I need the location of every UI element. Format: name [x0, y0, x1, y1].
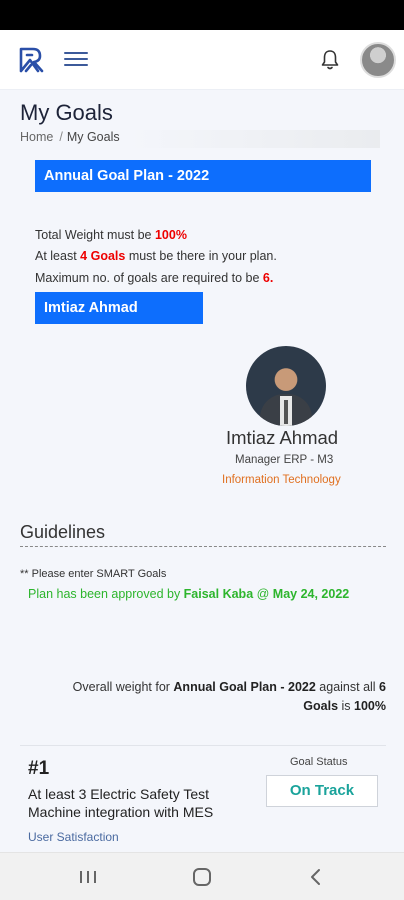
app-header: [0, 30, 404, 90]
profile-photo: [246, 346, 326, 426]
breadcrumb-separator: /: [59, 130, 63, 144]
recent-apps-icon[interactable]: [68, 863, 108, 891]
bell-icon[interactable]: [318, 48, 342, 72]
goal-card[interactable]: #1 At least 3 Electric Safety Test Machi…: [20, 745, 386, 852]
approval-date: May 24, 2022: [272, 587, 350, 601]
breadcrumb-current: My Goals: [66, 130, 120, 144]
back-icon[interactable]: [296, 863, 336, 891]
breadcrumb-home[interactable]: Home: [20, 130, 53, 144]
rule-max-goals-value: 6.: [262, 271, 274, 285]
profile-department: Information Technology: [222, 474, 341, 486]
plan-banner: Annual Goal Plan - 2022: [35, 160, 371, 192]
guidelines-title: Guidelines: [20, 522, 106, 542]
rule-max-goals: Maximum no. of goals are required to be …: [35, 271, 274, 285]
hamburger-menu-icon[interactable]: [64, 48, 88, 70]
profile-role: Manager ERP - M3: [235, 454, 334, 466]
profile-name: Imtiaz Ahmad: [226, 427, 339, 448]
home-icon[interactable]: [182, 863, 222, 891]
page-title: My Goals: [20, 100, 113, 125]
goal-text: At least 3 Electric Safety Test Machine …: [28, 786, 214, 820]
goal-status-button[interactable]: On Track: [266, 775, 378, 807]
guidelines-divider: [20, 546, 386, 547]
overall-weight-summary: Overall weight for Annual Goal Plan - 20…: [72, 680, 386, 713]
rule-min-goals-value: 4 Goals: [80, 249, 126, 263]
goal-number: #1: [28, 758, 50, 779]
guideline-note: ** Please enter SMART Goals: [20, 568, 167, 580]
rule-weight-value: 100%: [154, 228, 187, 242]
goal-status-label: Goal Status: [290, 756, 348, 768]
main-content: My Goals Home / My Goals Annual Goal Plan …: [0, 90, 404, 852]
approver-name: Faisal Kaba: [183, 587, 254, 601]
status-bar: [0, 0, 404, 30]
goal-kpi: User Satisfaction: [28, 830, 119, 844]
approval-status: Plan has been approved by Faisal Kaba @ …: [28, 587, 350, 601]
breadcrumb: Home / My Goals: [20, 130, 380, 148]
employee-banner: Imtiaz Ahmad: [35, 292, 203, 324]
app-logo-icon[interactable]: [18, 46, 46, 74]
rule-total-weight: Total Weight must be 100%: [35, 228, 187, 242]
rule-min-goals: At least 4 Goals must be there in your p…: [35, 249, 277, 263]
system-nav-bar: [0, 852, 404, 900]
user-avatar[interactable]: [360, 42, 396, 78]
